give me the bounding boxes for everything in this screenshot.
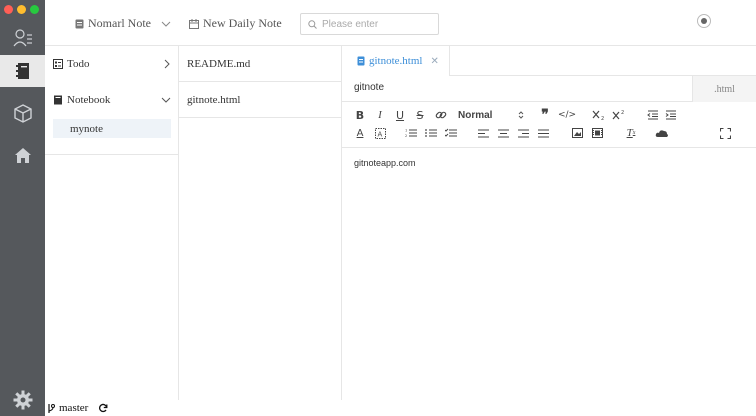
editor-content[interactable]: gitnoteapp.com [354, 158, 416, 168]
sync-icon[interactable] [98, 403, 108, 413]
status-bar: master [45, 400, 756, 416]
close-tab-icon[interactable]: ✕ [430, 56, 438, 67]
tab-label: gitnote.html [369, 55, 423, 67]
search-input[interactable] [322, 18, 432, 30]
close-window-button[interactable] [4, 5, 13, 14]
category-divider [45, 154, 179, 155]
align-right-icon[interactable] [516, 126, 530, 140]
bold-icon[interactable]: B [354, 108, 366, 122]
underline-icon[interactable]: U [394, 108, 406, 122]
text-color-icon[interactable]: A [354, 126, 366, 140]
file-item[interactable]: gitnote.html [179, 82, 342, 118]
editor-toolbar: B I U S Normal ❞ </> 2 2 A A 12 T x [342, 102, 756, 148]
blockquote-icon[interactable]: ❞ [538, 108, 552, 123]
git-branch-icon [48, 403, 55, 413]
background-color-icon[interactable]: A [374, 126, 386, 140]
align-left-icon[interactable] [476, 126, 490, 140]
notebook-category[interactable]: Notebook [45, 82, 179, 118]
zoom-window-button[interactable] [30, 5, 39, 14]
fullscreen-icon[interactable] [718, 126, 732, 140]
search-box[interactable] [300, 13, 439, 35]
todo-label: Todo [67, 58, 90, 70]
left-rail [0, 0, 45, 400]
svg-text:A: A [377, 130, 382, 138]
code-icon[interactable]: </> [558, 108, 576, 122]
chevron-right-icon [164, 59, 170, 69]
notebook-icon[interactable] [0, 55, 45, 87]
notebook-label: Notebook [67, 94, 111, 106]
branch-label: master [59, 402, 89, 414]
settings-gear-icon[interactable] [0, 384, 45, 416]
note-icon [75, 19, 84, 28]
file-icon [357, 56, 365, 66]
note-type-label: Nomarl Note [88, 16, 151, 30]
cloud-icon[interactable] [654, 126, 670, 140]
align-justify-icon[interactable] [536, 126, 550, 140]
tab-gitnote-html[interactable]: gitnote.html ✕ [342, 46, 450, 77]
subscript-icon[interactable]: 2 [592, 108, 606, 122]
user-icon[interactable] [0, 22, 45, 54]
clear-format-icon[interactable]: Tx [624, 126, 638, 140]
title-bar: .html [342, 76, 756, 102]
minimize-window-button[interactable] [17, 5, 26, 14]
svg-text:2: 2 [601, 116, 604, 121]
italic-icon[interactable]: I [374, 108, 386, 122]
file-item[interactable]: README.md [179, 46, 342, 82]
tab-bar: gitnote.html ✕ [342, 46, 756, 77]
category-panel: Todo Notebook mynote [45, 46, 179, 400]
notebook-small-icon [54, 95, 62, 105]
todo-category[interactable]: Todo [45, 46, 179, 82]
checklist-icon[interactable] [444, 126, 458, 140]
editor-panel: gitnote.html ✕ .html B I U S Normal ❞ </… [342, 46, 756, 400]
svg-text:2: 2 [621, 110, 624, 116]
new-daily-label: New Daily Note [203, 16, 282, 30]
bullet-list-icon[interactable] [424, 126, 438, 140]
strikethrough-icon[interactable]: S [414, 108, 426, 122]
note-type-dropdown[interactable]: Nomarl Note [75, 16, 171, 31]
sync-status-icon[interactable] [697, 14, 711, 28]
notebook-item-mynote[interactable]: mynote [53, 119, 171, 138]
window-controls [4, 5, 39, 14]
calendar-icon [189, 18, 199, 29]
new-daily-note-button[interactable]: New Daily Note [189, 16, 282, 31]
align-center-icon[interactable] [496, 126, 510, 140]
svg-text:2: 2 [405, 134, 407, 138]
chevron-down-icon [161, 97, 171, 103]
home-icon[interactable] [0, 139, 45, 171]
video-icon[interactable] [590, 126, 604, 140]
svg-text:1: 1 [405, 129, 407, 133]
search-icon [308, 19, 317, 29]
indent-icon[interactable] [664, 108, 678, 122]
package-icon[interactable] [0, 97, 45, 129]
superscript-icon[interactable]: 2 [612, 108, 626, 122]
file-extension: .html [692, 76, 756, 102]
format-select[interactable]: Normal [458, 108, 524, 122]
file-list: README.md gitnote.html [179, 46, 342, 400]
chevron-down-icon [161, 21, 171, 27]
format-value: Normal [458, 109, 493, 121]
todo-icon [53, 59, 63, 69]
select-arrows-icon [518, 111, 524, 119]
note-title-input[interactable] [354, 82, 674, 93]
link-icon[interactable] [434, 108, 448, 122]
outdent-icon[interactable] [646, 108, 660, 122]
top-header: Nomarl Note New Daily Note [45, 0, 756, 46]
image-icon[interactable] [570, 126, 584, 140]
ordered-list-icon[interactable]: 12 [404, 126, 418, 140]
